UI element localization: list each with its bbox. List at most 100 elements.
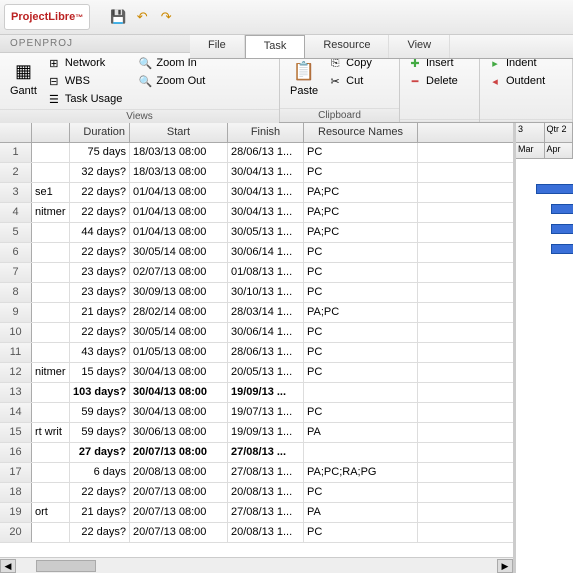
cell-resources[interactable]: PC xyxy=(304,523,418,542)
cell-start[interactable]: 30/05/14 08:00 xyxy=(130,323,228,342)
cell-name[interactable] xyxy=(32,443,70,462)
cell-resources[interactable]: PC xyxy=(304,323,418,342)
cell-start[interactable]: 20/07/13 08:00 xyxy=(130,523,228,542)
cell-finish[interactable]: 28/06/13 1... xyxy=(228,343,304,362)
tab-file[interactable]: File xyxy=(190,35,245,58)
cell-resources[interactable]: PA xyxy=(304,503,418,522)
table-row[interactable]: 2022 days?20/07/13 08:0020/08/13 1...PC xyxy=(0,523,513,543)
cell-finish[interactable]: 20/08/13 1... xyxy=(228,483,304,502)
gantt-bar[interactable] xyxy=(551,244,573,254)
cell-resources[interactable]: PA;PC xyxy=(304,183,418,202)
outdent-button[interactable]: ◂Outdent xyxy=(486,73,547,89)
cell-name[interactable]: nitmer xyxy=(32,203,70,222)
cell-finish[interactable]: 19/07/13 1... xyxy=(228,403,304,422)
cell-finish[interactable]: 30/10/13 1... xyxy=(228,283,304,302)
cell-start[interactable]: 30/09/13 08:00 xyxy=(130,283,228,302)
cell-duration[interactable]: 22 days? xyxy=(70,183,130,202)
cell-start[interactable]: 30/04/13 08:00 xyxy=(130,363,228,382)
tab-resource[interactable]: Resource xyxy=(305,35,389,58)
cell-resources[interactable]: PA;PC xyxy=(304,303,418,322)
table-row[interactable]: 1627 days?20/07/13 08:0027/08/13 ... xyxy=(0,443,513,463)
cell-finish[interactable]: 30/04/13 1... xyxy=(228,183,304,202)
cell-start[interactable]: 30/04/13 08:00 xyxy=(130,403,228,422)
table-row[interactable]: 3se122 days?01/04/13 08:0030/04/13 1...P… xyxy=(0,183,513,203)
cell-start[interactable]: 20/07/13 08:00 xyxy=(130,503,228,522)
gantt-bar[interactable] xyxy=(536,184,573,194)
cell-name[interactable] xyxy=(32,323,70,342)
table-row[interactable]: 921 days?28/02/14 08:0028/03/14 1...PA;P… xyxy=(0,303,513,323)
table-row[interactable]: 823 days?30/09/13 08:0030/10/13 1...PC xyxy=(0,283,513,303)
cell-finish[interactable]: 20/08/13 1... xyxy=(228,523,304,542)
cell-start[interactable]: 01/04/13 08:00 xyxy=(130,223,228,242)
table-row[interactable]: 4nitmer22 days?01/04/13 08:0030/04/13 1.… xyxy=(0,203,513,223)
cell-start[interactable]: 01/05/13 08:00 xyxy=(130,343,228,362)
cell-name[interactable] xyxy=(32,383,70,402)
cell-resources[interactable]: PC xyxy=(304,363,418,382)
grid-body[interactable]: 175 days18/03/13 08:0028/06/13 1...PC232… xyxy=(0,143,513,557)
cell-duration[interactable]: 43 days? xyxy=(70,343,130,362)
cell-resources[interactable]: PC xyxy=(304,283,418,302)
cell-finish[interactable]: 30/04/13 1... xyxy=(228,203,304,222)
gantt-panel[interactable]: 3 Qtr 2 Mar Apr xyxy=(513,123,573,573)
cell-finish[interactable]: 27/08/13 1... xyxy=(228,463,304,482)
cell-start[interactable]: 20/07/13 08:00 xyxy=(130,483,228,502)
save-icon[interactable]: 💾 xyxy=(110,9,126,25)
cell-finish[interactable]: 27/08/13 1... xyxy=(228,503,304,522)
cell-resources[interactable]: PA;PC xyxy=(304,223,418,242)
zoomout-button[interactable]: 🔍Zoom Out xyxy=(136,73,207,89)
col-resources[interactable]: Resource Names xyxy=(304,123,418,142)
cell-duration[interactable]: 22 days? xyxy=(70,483,130,502)
table-row[interactable]: 232 days?18/03/13 08:0030/04/13 1...PC xyxy=(0,163,513,183)
cut-button[interactable]: ✂Cut xyxy=(326,73,374,89)
cell-duration[interactable]: 27 days? xyxy=(70,443,130,462)
cell-resources[interactable] xyxy=(304,443,418,462)
cell-start[interactable]: 28/02/14 08:00 xyxy=(130,303,228,322)
tab-view[interactable]: View xyxy=(389,35,450,58)
cell-resources[interactable]: PA;PC;RA;PG xyxy=(304,463,418,482)
cell-start[interactable]: 20/08/13 08:00 xyxy=(130,463,228,482)
cell-name[interactable] xyxy=(32,463,70,482)
tab-task[interactable]: Task xyxy=(245,35,306,58)
wbs-button[interactable]: ⊟WBS xyxy=(45,73,124,89)
cell-finish[interactable]: 28/03/14 1... xyxy=(228,303,304,322)
cell-finish[interactable]: 01/08/13 1... xyxy=(228,263,304,282)
table-row[interactable]: 175 days18/03/13 08:0028/06/13 1...PC xyxy=(0,143,513,163)
table-row[interactable]: 12nitmer15 days?30/04/13 08:0020/05/13 1… xyxy=(0,363,513,383)
cell-duration[interactable]: 21 days? xyxy=(70,503,130,522)
cell-resources[interactable]: PC xyxy=(304,483,418,502)
cell-duration[interactable]: 32 days? xyxy=(70,163,130,182)
cell-duration[interactable]: 44 days? xyxy=(70,223,130,242)
cell-duration[interactable]: 103 days? xyxy=(70,383,130,402)
cell-name[interactable] xyxy=(32,343,70,362)
cell-start[interactable]: 30/06/13 08:00 xyxy=(130,423,228,442)
cell-duration[interactable]: 23 days? xyxy=(70,263,130,282)
gantt-button[interactable]: ▦ Gantt xyxy=(6,55,41,101)
col-name[interactable] xyxy=(32,123,70,142)
cell-start[interactable]: 18/03/13 08:00 xyxy=(130,163,228,182)
cell-start[interactable]: 30/05/14 08:00 xyxy=(130,243,228,262)
paste-button[interactable]: 📋 Paste xyxy=(286,55,322,101)
table-row[interactable]: 15rt writ59 days?30/06/13 08:0019/09/13 … xyxy=(0,423,513,443)
redo-icon[interactable]: ↷ xyxy=(158,9,174,25)
col-duration[interactable]: Duration xyxy=(70,123,130,142)
undo-icon[interactable]: ↶ xyxy=(134,9,150,25)
cell-duration[interactable]: 6 days xyxy=(70,463,130,482)
table-row[interactable]: 544 days?01/04/13 08:0030/05/13 1...PA;P… xyxy=(0,223,513,243)
table-row[interactable]: 1022 days?30/05/14 08:0030/06/14 1...PC xyxy=(0,323,513,343)
cell-duration[interactable]: 23 days? xyxy=(70,283,130,302)
cell-name[interactable] xyxy=(32,223,70,242)
taskusage-button[interactable]: ☰Task Usage xyxy=(45,91,124,107)
cell-duration[interactable]: 21 days? xyxy=(70,303,130,322)
cell-finish[interactable]: 20/05/13 1... xyxy=(228,363,304,382)
cell-resources[interactable]: PA;PC xyxy=(304,203,418,222)
cell-finish[interactable]: 19/09/13 1... xyxy=(228,423,304,442)
cell-resources[interactable] xyxy=(304,383,418,402)
cell-finish[interactable]: 30/06/14 1... xyxy=(228,243,304,262)
cell-name[interactable]: se1 xyxy=(32,183,70,202)
cell-name[interactable] xyxy=(32,143,70,162)
cell-name[interactable] xyxy=(32,243,70,262)
cell-name[interactable] xyxy=(32,523,70,542)
table-row[interactable]: 13103 days?30/04/13 08:0019/09/13 ... xyxy=(0,383,513,403)
table-row[interactable]: 176 days20/08/13 08:0027/08/13 1...PA;PC… xyxy=(0,463,513,483)
cell-duration[interactable]: 22 days? xyxy=(70,243,130,262)
